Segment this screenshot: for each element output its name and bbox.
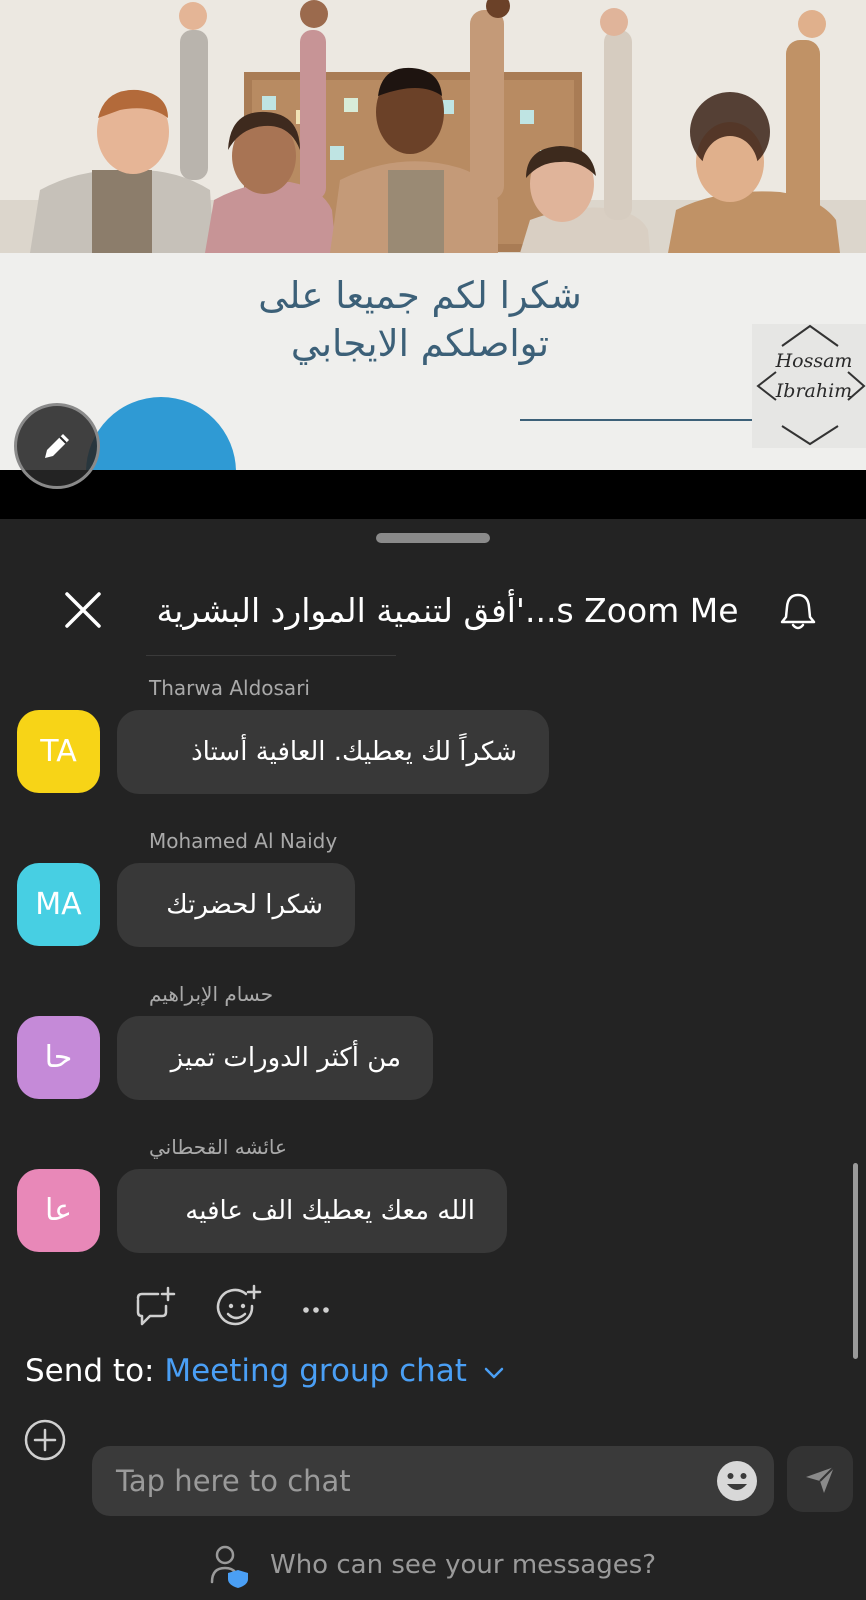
drag-handle[interactable]	[376, 533, 490, 543]
avatar[interactable]: حا	[17, 1016, 100, 1099]
pencil-icon	[45, 434, 69, 458]
avatar[interactable]: TA	[17, 710, 100, 793]
chevron-down-icon[interactable]	[483, 1366, 505, 1380]
shared-screen-slide: شكرا لكم جميعا على تواصلكم الايجابي Hoss…	[0, 0, 866, 470]
slide-title-line-1: شكرا لكم جميعا على	[258, 274, 582, 317]
slide-title-line-2: تواصلكم الايجابي	[290, 322, 550, 365]
slide-divider	[520, 419, 752, 421]
send-to-value[interactable]: Meeting group chat	[164, 1353, 467, 1389]
message-sender: حسام الإبراهيم	[149, 982, 274, 1006]
message-bubble[interactable]: الله معك يعطيك الف عافيه	[117, 1169, 507, 1253]
bell-icon[interactable]	[776, 589, 820, 633]
avatar[interactable]: عا	[17, 1169, 100, 1252]
more-icon[interactable]	[294, 1284, 342, 1332]
signature-name-1: Hossam	[775, 350, 853, 372]
chat-message: Mohamed Al Naidy MA شكرا لحضرتك	[0, 829, 866, 979]
reply-icon[interactable]	[130, 1284, 178, 1332]
emoji-icon[interactable]	[716, 1460, 758, 1502]
signature-name-2: Ibrahim	[775, 380, 853, 402]
send-to-label: Send to:	[25, 1353, 155, 1389]
decorative-circle	[86, 397, 236, 470]
message-sender: عائشه القحطاني	[149, 1135, 287, 1159]
message-bubble[interactable]: شكرا لحضرتك	[117, 863, 355, 947]
scrollbar[interactable]	[853, 1163, 858, 1359]
chat-panel: s Zoom Me...'أفق لتنمية الموارد البشرية …	[0, 519, 866, 1600]
header-divider	[146, 655, 396, 656]
add-emoji-icon[interactable]	[214, 1284, 262, 1332]
chat-message: حسام الإبراهيم حا من أكثر الدورات تميز	[0, 982, 866, 1132]
message-sender: Mohamed Al Naidy	[149, 829, 338, 853]
send-icon	[806, 1466, 835, 1493]
chat-input-placeholder: Tap here to chat	[116, 1464, 351, 1498]
message-bubble[interactable]: شكراً لك يعطيك. العافية أستاذ	[117, 710, 549, 794]
annotate-button[interactable]	[14, 403, 100, 489]
user-shield-icon	[210, 1545, 248, 1588]
avatar[interactable]: MA	[17, 863, 100, 946]
team-photo	[0, 0, 866, 253]
chat-message: عائشه القحطاني عا الله معك يعطيك الف عاف…	[0, 1135, 866, 1285]
chat-title: s Zoom Me...'أفق لتنمية الموارد البشرية	[156, 591, 739, 630]
signature-logo: Hossam Ibrahim	[752, 324, 866, 448]
message-bubble[interactable]: من أكثر الدورات تميز	[117, 1016, 433, 1100]
close-icon[interactable]	[62, 589, 104, 631]
privacy-text: Who can see your messages?	[270, 1550, 657, 1580]
slide-title: شكرا لكم جميعا على تواصلكم الايجابي	[190, 272, 650, 368]
add-attachment-icon[interactable]	[23, 1418, 67, 1462]
send-button[interactable]	[787, 1446, 853, 1512]
chat-input[interactable]: Tap here to chat	[92, 1446, 774, 1516]
send-to-selector[interactable]: Send to: Meeting group chat	[25, 1353, 505, 1389]
chat-message: Tharwa Aldosari TA شكراً لك يعطيك. العاف…	[0, 676, 866, 826]
message-sender: Tharwa Aldosari	[149, 676, 310, 700]
